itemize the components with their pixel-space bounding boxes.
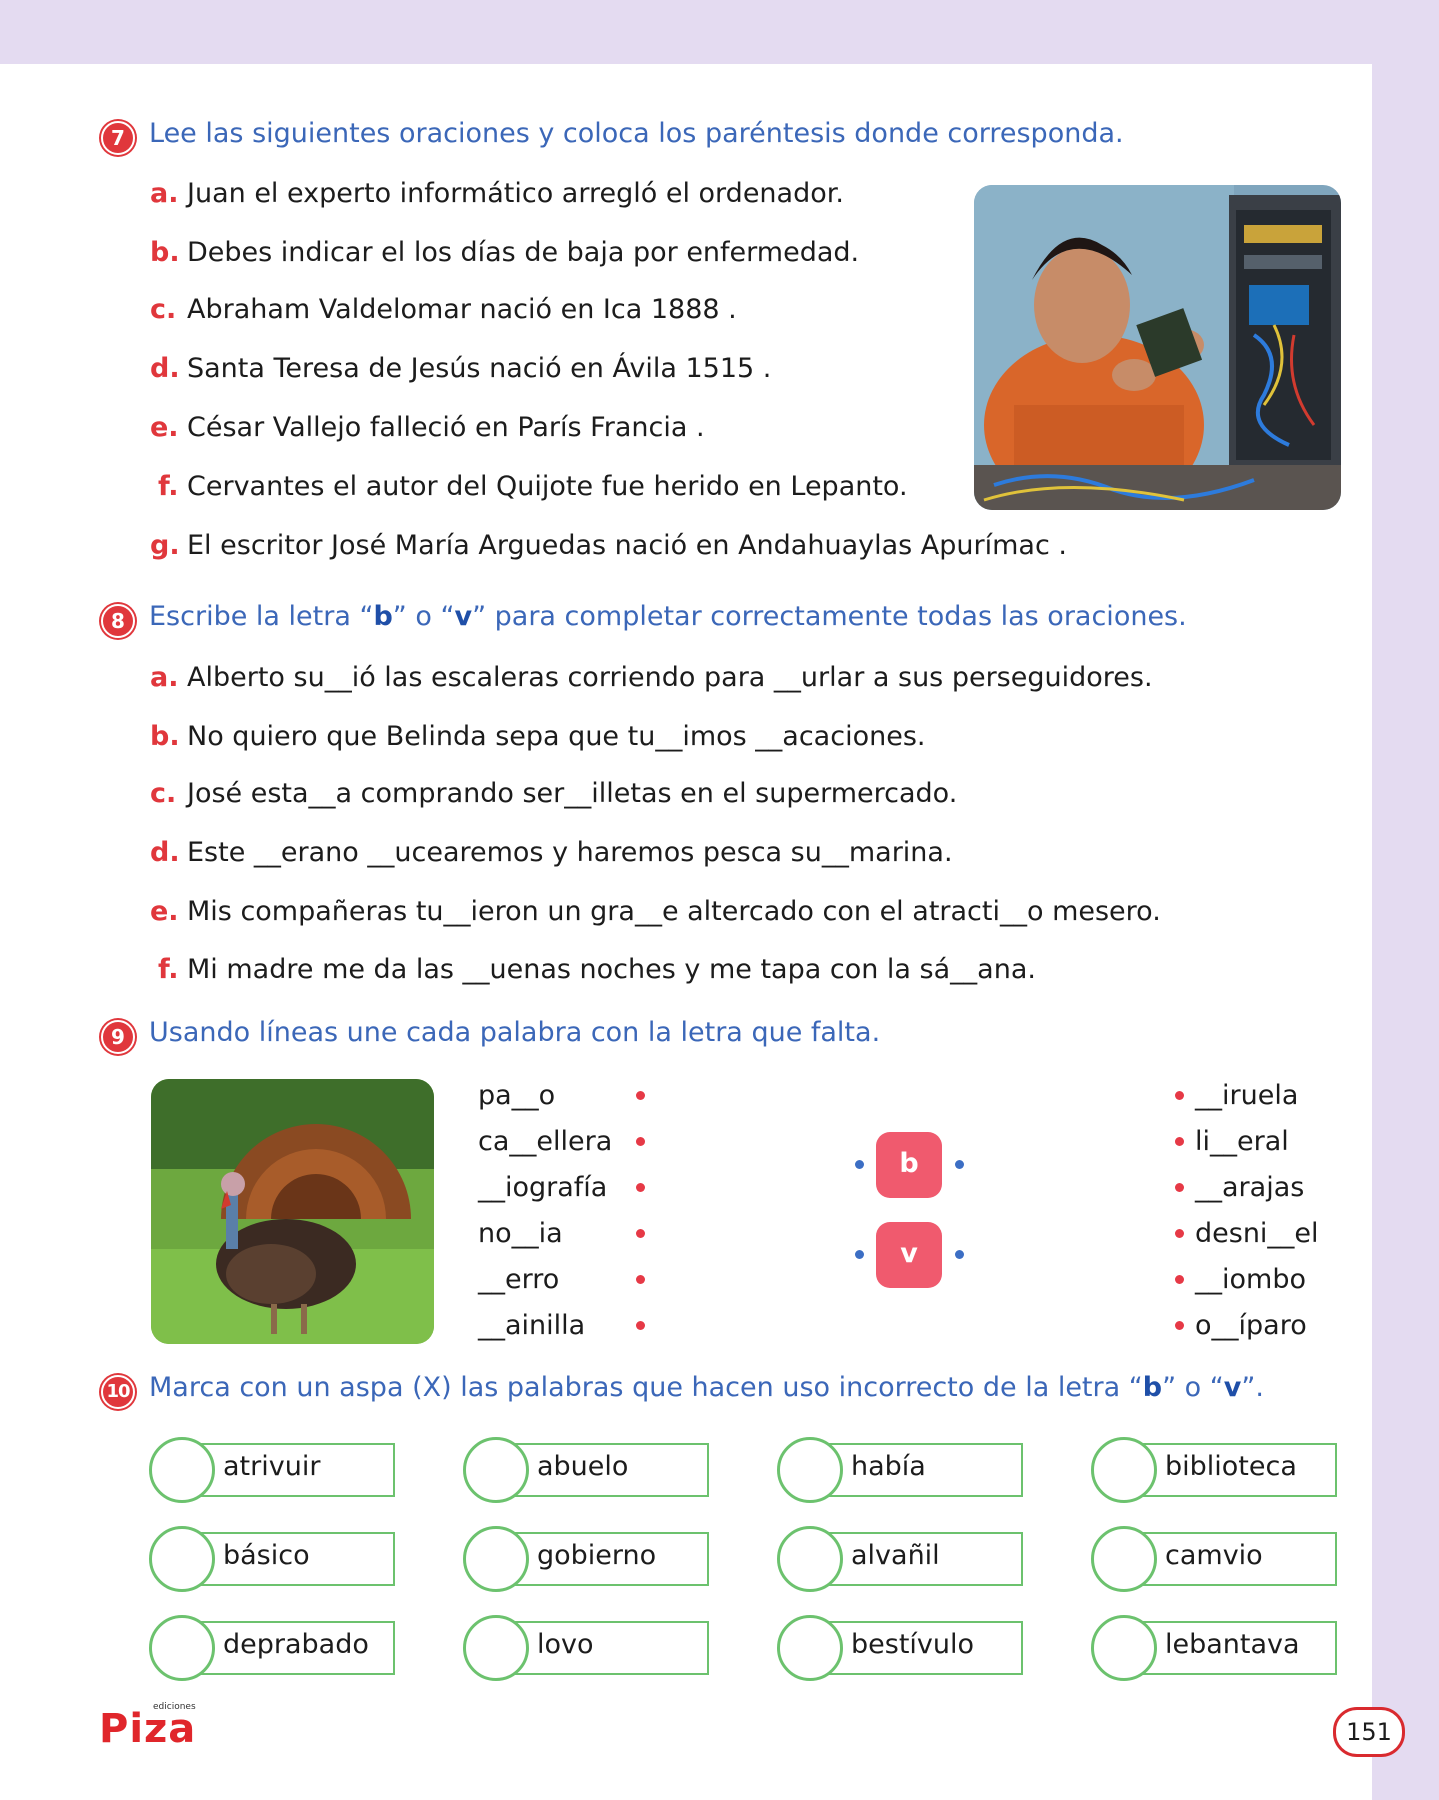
ex8-item-e-letter: e. (150, 896, 179, 927)
match-right-word-4: desni__el (1195, 1218, 1319, 1249)
ex8-item-a-letter: a. (150, 662, 179, 693)
match-left-dot-4[interactable] (636, 1229, 645, 1238)
checkbox-circle[interactable] (149, 1615, 215, 1681)
ex8-item-f-letter: f. (158, 954, 179, 985)
ex8-item-d-letter: d. (150, 837, 180, 868)
technician-photo (974, 185, 1341, 510)
ex8-item-b-letter: b. (150, 721, 180, 752)
match-right-dot-3[interactable] (1175, 1183, 1184, 1192)
word-option-atrivuir[interactable]: atrivuir (149, 1437, 395, 1503)
match-left-word-2: ca__ellera (478, 1126, 613, 1157)
word-option-habia[interactable]: había (777, 1437, 1023, 1503)
exercise-10-instruction: Marca con un aspa (X) las palabras que h… (149, 1372, 1264, 1403)
checkbox-circle[interactable] (1091, 1437, 1157, 1503)
ex7-item-d-letter: d. (150, 353, 180, 384)
letter-v-box: v (876, 1222, 942, 1288)
checkbox-circle[interactable] (149, 1526, 215, 1592)
letter-b-right-dot[interactable] (955, 1160, 964, 1169)
word-option-bestivulo[interactable]: bestívulo (777, 1615, 1023, 1681)
word-option-biblioteca[interactable]: biblioteca (1091, 1437, 1337, 1503)
page-number: 151 (1333, 1707, 1405, 1757)
ex8-item-f-text: Mi madre me da las __uenas noches y me t… (187, 954, 1036, 985)
checkbox-circle[interactable] (463, 1615, 529, 1681)
checkbox-circle[interactable] (777, 1526, 843, 1592)
exercise-7-number: 7 (101, 121, 135, 155)
match-left-word-6: __ainilla (478, 1310, 586, 1341)
match-left-word-4: no__ia (478, 1218, 563, 1249)
checkbox-circle[interactable] (463, 1437, 529, 1503)
ex7-item-b-text: Debes indicar el los días de baja por en… (187, 237, 860, 268)
ex7-item-c-text: Abraham Valdelomar nació en Ica 1888 . (187, 294, 737, 325)
letter-b-left-dot[interactable] (855, 1160, 864, 1169)
word-option-lovo[interactable]: lovo (463, 1615, 709, 1681)
exercise-9-instruction: Usando líneas une cada palabra con la le… (149, 1017, 881, 1048)
word-option-abuelo[interactable]: abuelo (463, 1437, 709, 1503)
ex7-item-g-text: El escritor José María Arguedas nació en… (187, 530, 1067, 561)
match-right-dot-1[interactable] (1175, 1091, 1184, 1100)
exercise-8-instruction: Escribe la letra “b” o “v” para completa… (149, 601, 1187, 632)
match-left-dot-5[interactable] (636, 1275, 645, 1284)
ex7-item-c-letter: c. (150, 294, 177, 325)
ex7-item-g-letter: g. (150, 530, 180, 561)
match-right-word-5: __iombo (1195, 1264, 1306, 1295)
checkbox-circle[interactable] (149, 1437, 215, 1503)
checkbox-circle[interactable] (777, 1615, 843, 1681)
ex7-item-a-text: Juan el experto informático arregló el o… (187, 178, 844, 209)
letter-v-right-dot[interactable] (955, 1250, 964, 1259)
checkbox-circle[interactable] (463, 1526, 529, 1592)
match-left-word-5: __erro (478, 1264, 560, 1295)
match-right-word-3: __arajas (1195, 1172, 1305, 1203)
ex7-item-f-letter: f. (158, 471, 179, 502)
match-left-dot-6[interactable] (636, 1321, 645, 1330)
ex7-item-e-letter: e. (150, 412, 179, 443)
exercise-7-instruction: Lee las siguientes oraciones y coloca lo… (149, 118, 1124, 149)
match-left-word-3: __iografía (478, 1172, 608, 1203)
word-option-camvio[interactable]: camvio (1091, 1526, 1337, 1592)
ex8-item-e-text: Mis compañeras tu__ieron un gra__e alter… (187, 896, 1161, 927)
ex8-item-c-letter: c. (150, 778, 177, 809)
ex8-item-a-text: Alberto su__ió las escaleras corriendo p… (187, 662, 1153, 693)
checkbox-circle[interactable] (777, 1437, 843, 1503)
match-left-word-1: pa__o (478, 1080, 556, 1111)
exercise-9-number: 9 (101, 1020, 135, 1054)
match-right-dot-6[interactable] (1175, 1321, 1184, 1330)
match-right-dot-5[interactable] (1175, 1275, 1184, 1284)
letter-v-left-dot[interactable] (855, 1250, 864, 1259)
word-option-basico[interactable]: básico (149, 1526, 395, 1592)
word-option-gobierno[interactable]: gobierno (463, 1526, 709, 1592)
turkey-photo (151, 1079, 434, 1344)
match-right-dot-4[interactable] (1175, 1229, 1184, 1238)
checkbox-circle[interactable] (1091, 1615, 1157, 1681)
ex8-item-b-text: No quiero que Belinda sepa que tu__imos … (187, 721, 926, 752)
letter-b-box: b (876, 1132, 942, 1198)
match-left-dot-3[interactable] (636, 1183, 645, 1192)
match-right-word-2: li__eral (1195, 1126, 1289, 1157)
ex8-item-c-text: José esta__a comprando ser__illetas en e… (187, 778, 958, 809)
ex7-item-a-letter: a. (150, 178, 179, 209)
exercise-8-number: 8 (101, 604, 135, 638)
ex7-item-b-letter: b. (150, 237, 180, 268)
ex7-item-e-text: César Vallejo falleció en París Francia … (187, 412, 705, 443)
logo-text: Piza (99, 1706, 197, 1752)
word-option-deprabado[interactable]: deprabado (149, 1615, 395, 1681)
match-right-word-6: o__íparo (1195, 1310, 1307, 1341)
word-option-lebantava[interactable]: lebantava (1091, 1615, 1337, 1681)
ex8-item-d-text: Este __erano __ucearemos y haremos pesca… (187, 837, 953, 868)
checkbox-circle[interactable] (1091, 1526, 1157, 1592)
match-right-dot-2[interactable] (1175, 1137, 1184, 1146)
exercise-10-number: 10 (101, 1375, 135, 1409)
match-left-dot-1[interactable] (636, 1091, 645, 1100)
match-right-word-1: __iruela (1195, 1080, 1299, 1111)
match-left-dot-2[interactable] (636, 1137, 645, 1146)
ex7-item-d-text: Santa Teresa de Jesús nació en Ávila 151… (187, 353, 772, 384)
word-option-alvanil[interactable]: alvañil (777, 1526, 1023, 1592)
ex7-item-f-text: Cervantes el autor del Quijote fue herid… (187, 471, 908, 502)
